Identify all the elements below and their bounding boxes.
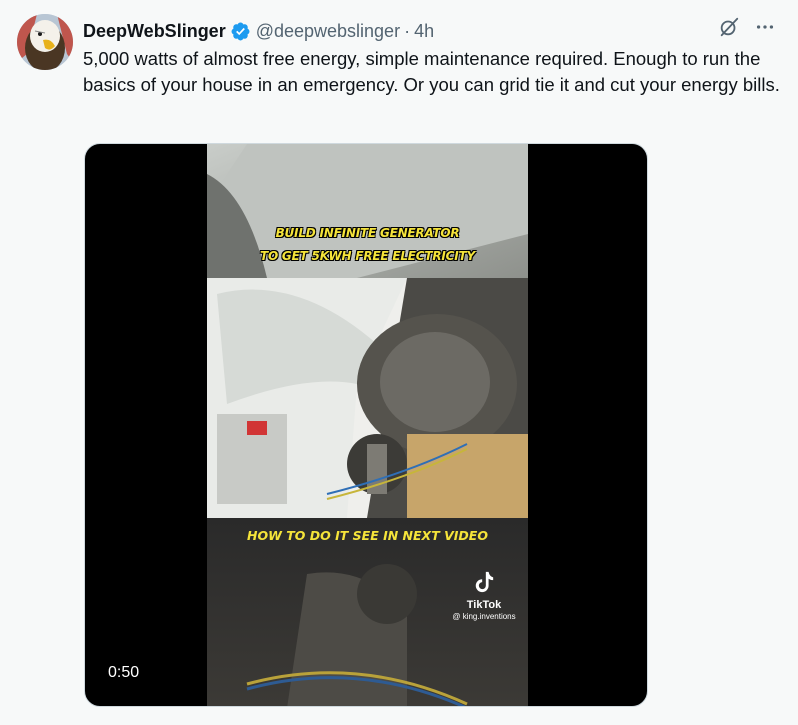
more-icon[interactable]	[754, 16, 776, 38]
verified-badge-icon[interactable]	[230, 21, 251, 42]
tiktok-watermark: TikTok @ king.inventions	[439, 570, 528, 621]
video-player[interactable]: BUILD INFINITE GENERATOR TO GET 5KWH FRE…	[84, 143, 648, 707]
video-frame[interactable]: BUILD INFINITE GENERATOR TO GET 5KWH FRE…	[207, 144, 528, 706]
tiktok-label: TikTok	[466, 599, 502, 611]
author-handle[interactable]: @deepwebslinger	[256, 19, 400, 43]
video-caption-line1: BUILD INFINITE GENERATOR	[275, 226, 460, 240]
video-duration: 0:50	[99, 661, 149, 685]
tweet-actions	[718, 16, 776, 38]
separator-dot: ·	[404, 21, 411, 41]
video-caption-bottom: HOW TO DO IT SEE IN NEXT VIDEO	[247, 528, 488, 543]
grok-icon[interactable]	[718, 16, 740, 38]
avatar[interactable]	[17, 14, 73, 70]
eagle-avatar-image	[17, 14, 73, 70]
tiktok-username: @ king.inventions	[452, 612, 516, 621]
tiktok-logo-icon	[475, 571, 494, 593]
tweet-header: DeepWebSlinger @deepwebslinger · 4h	[83, 19, 434, 43]
tweet-text: 5,000 watts of almost free energy, simpl…	[83, 48, 780, 95]
display-name[interactable]: DeepWebSlinger	[83, 19, 226, 43]
video-caption-line2: TO GET 5KWH FREE ELECTRICITY	[259, 249, 476, 263]
timestamp[interactable]: 4h	[414, 19, 434, 43]
